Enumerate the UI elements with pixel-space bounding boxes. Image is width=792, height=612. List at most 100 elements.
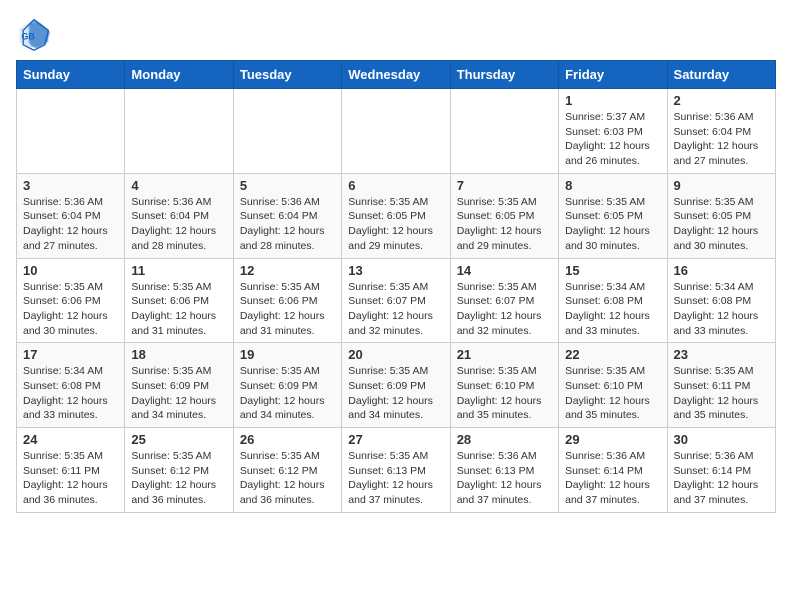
day-cell-23: 23 Sunrise: 5:35 AM Sunset: 6:11 PM Dayli…	[667, 343, 775, 428]
day-cell-1: 1 Sunrise: 5:37 AM Sunset: 6:03 PM Daylig…	[559, 89, 667, 174]
day-cell-25: 25 Sunrise: 5:35 AM Sunset: 6:12 PM Dayli…	[125, 428, 233, 513]
day-cell-12: 12 Sunrise: 5:35 AM Sunset: 6:06 PM Dayli…	[233, 258, 341, 343]
day-number-28: 28	[457, 432, 552, 447]
weekday-header-tuesday: Tuesday	[233, 61, 341, 89]
weekday-header-saturday: Saturday	[667, 61, 775, 89]
day-info-29: Sunrise: 5:36 AM Sunset: 6:14 PM Dayligh…	[565, 449, 660, 508]
day-cell-28: 28 Sunrise: 5:36 AM Sunset: 6:13 PM Dayli…	[450, 428, 558, 513]
calendar-table: SundayMondayTuesdayWednesdayThursdayFrid…	[16, 60, 776, 513]
day-number-30: 30	[674, 432, 769, 447]
day-number-10: 10	[23, 263, 118, 278]
day-info-12: Sunrise: 5:35 AM Sunset: 6:06 PM Dayligh…	[240, 280, 335, 339]
day-cell-5: 5 Sunrise: 5:36 AM Sunset: 6:04 PM Daylig…	[233, 173, 341, 258]
day-number-27: 27	[348, 432, 443, 447]
day-number-7: 7	[457, 178, 552, 193]
day-cell-20: 20Sunrise: 5:35 AM Sunset: 6:09 PM Dayli…	[342, 343, 450, 428]
day-number-26: 26	[240, 432, 335, 447]
day-info-28: Sunrise: 5:36 AM Sunset: 6:13 PM Dayligh…	[457, 449, 552, 508]
day-cell-6: 6 Sunrise: 5:35 AM Sunset: 6:05 PM Daylig…	[342, 173, 450, 258]
day-info-2: Sunrise: 5:36 AM Sunset: 6:04 PM Dayligh…	[674, 110, 769, 169]
day-info-26: Sunrise: 5:35 AM Sunset: 6:12 PM Dayligh…	[240, 449, 335, 508]
weekday-header-thursday: Thursday	[450, 61, 558, 89]
day-cell-3: 3 Sunrise: 5:36 AM Sunset: 6:04 PM Daylig…	[17, 173, 125, 258]
svg-text:GB: GB	[21, 31, 35, 41]
day-info-7: Sunrise: 5:35 AM Sunset: 6:05 PM Dayligh…	[457, 195, 552, 254]
day-number-25: 25	[131, 432, 226, 447]
day-number-5: 5	[240, 178, 335, 193]
day-number-4: 4	[131, 178, 226, 193]
day-number-6: 6	[348, 178, 443, 193]
day-number-3: 3	[23, 178, 118, 193]
day-number-11: 11	[131, 263, 226, 278]
day-cell-22: 22 Sunrise: 5:35 AM Sunset: 6:10 PM Dayli…	[559, 343, 667, 428]
day-info-3: Sunrise: 5:36 AM Sunset: 6:04 PM Dayligh…	[23, 195, 118, 254]
day-number-22: 22	[565, 347, 660, 362]
day-info-27: Sunrise: 5:35 AM Sunset: 6:13 PM Dayligh…	[348, 449, 443, 508]
day-info-25: Sunrise: 5:35 AM Sunset: 6:12 PM Dayligh…	[131, 449, 226, 508]
day-info-22: Sunrise: 5:35 AM Sunset: 6:10 PM Dayligh…	[565, 364, 660, 423]
day-cell-26: 26 Sunrise: 5:35 AM Sunset: 6:12 PM Dayli…	[233, 428, 341, 513]
day-cell-30: 30 Sunrise: 5:36 AM Sunset: 6:14 PM Dayli…	[667, 428, 775, 513]
day-info-11: Sunrise: 5:35 AM Sunset: 6:06 PM Dayligh…	[131, 280, 226, 339]
day-cell-11: 11 Sunrise: 5:35 AM Sunset: 6:06 PM Dayli…	[125, 258, 233, 343]
day-cell-10: 10 Sunrise: 5:35 AM Sunset: 6:06 PM Dayli…	[17, 258, 125, 343]
day-number-23: 23	[674, 347, 769, 362]
week-row-4: 17 Sunrise: 5:34 AM Sunset: 6:08 PM Dayli…	[17, 343, 776, 428]
day-info-5: Sunrise: 5:36 AM Sunset: 6:04 PM Dayligh…	[240, 195, 335, 254]
day-info-30: Sunrise: 5:36 AM Sunset: 6:14 PM Dayligh…	[674, 449, 769, 508]
day-number-24: 24	[23, 432, 118, 447]
day-number-2: 2	[674, 93, 769, 108]
day-number-19: 19	[240, 347, 335, 362]
day-info-1: Sunrise: 5:37 AM Sunset: 6:03 PM Dayligh…	[565, 110, 660, 169]
day-number-18: 18	[131, 347, 226, 362]
day-info-23: Sunrise: 5:35 AM Sunset: 6:11 PM Dayligh…	[674, 364, 769, 423]
day-number-21: 21	[457, 347, 552, 362]
day-info-20: Sunrise: 5:35 AM Sunset: 6:09 PM Dayligh…	[348, 364, 443, 423]
week-row-1: 1 Sunrise: 5:37 AM Sunset: 6:03 PM Daylig…	[17, 89, 776, 174]
day-number-16: 16	[674, 263, 769, 278]
day-info-14: Sunrise: 5:35 AM Sunset: 6:07 PM Dayligh…	[457, 280, 552, 339]
empty-cell	[17, 89, 125, 174]
week-row-3: 10 Sunrise: 5:35 AM Sunset: 6:06 PM Dayli…	[17, 258, 776, 343]
day-info-17: Sunrise: 5:34 AM Sunset: 6:08 PM Dayligh…	[23, 364, 118, 423]
day-number-12: 12	[240, 263, 335, 278]
day-number-8: 8	[565, 178, 660, 193]
week-row-5: 24Sunrise: 5:35 AM Sunset: 6:11 PM Dayli…	[17, 428, 776, 513]
day-cell-14: 14 Sunrise: 5:35 AM Sunset: 6:07 PM Dayli…	[450, 258, 558, 343]
day-number-15: 15	[565, 263, 660, 278]
weekday-header-wednesday: Wednesday	[342, 61, 450, 89]
day-number-1: 1	[565, 93, 660, 108]
logo: GB	[16, 16, 56, 52]
day-number-17: 17	[23, 347, 118, 362]
day-cell-7: 7 Sunrise: 5:35 AM Sunset: 6:05 PM Daylig…	[450, 173, 558, 258]
day-cell-16: 16 Sunrise: 5:34 AM Sunset: 6:08 PM Dayli…	[667, 258, 775, 343]
day-info-4: Sunrise: 5:36 AM Sunset: 6:04 PM Dayligh…	[131, 195, 226, 254]
day-cell-21: 21 Sunrise: 5:35 AM Sunset: 6:10 PM Dayli…	[450, 343, 558, 428]
day-cell-15: 15 Sunrise: 5:34 AM Sunset: 6:08 PM Dayli…	[559, 258, 667, 343]
day-cell-9: 9Sunrise: 5:35 AM Sunset: 6:05 PM Daylig…	[667, 173, 775, 258]
day-number-14: 14	[457, 263, 552, 278]
logo-icon: GB	[16, 16, 52, 52]
empty-cell	[342, 89, 450, 174]
day-info-16: Sunrise: 5:34 AM Sunset: 6:08 PM Dayligh…	[674, 280, 769, 339]
weekday-header-sunday: Sunday	[17, 61, 125, 89]
day-cell-4: 4 Sunrise: 5:36 AM Sunset: 6:04 PM Daylig…	[125, 173, 233, 258]
day-info-18: Sunrise: 5:35 AM Sunset: 6:09 PM Dayligh…	[131, 364, 226, 423]
page-header: GB	[16, 16, 776, 52]
day-number-13: 13	[348, 263, 443, 278]
empty-cell	[125, 89, 233, 174]
day-info-21: Sunrise: 5:35 AM Sunset: 6:10 PM Dayligh…	[457, 364, 552, 423]
day-cell-17: 17 Sunrise: 5:34 AM Sunset: 6:08 PM Dayli…	[17, 343, 125, 428]
day-info-10: Sunrise: 5:35 AM Sunset: 6:06 PM Dayligh…	[23, 280, 118, 339]
day-cell-27: 27 Sunrise: 5:35 AM Sunset: 6:13 PM Dayli…	[342, 428, 450, 513]
day-number-29: 29	[565, 432, 660, 447]
day-info-6: Sunrise: 5:35 AM Sunset: 6:05 PM Dayligh…	[348, 195, 443, 254]
day-cell-19: 19 Sunrise: 5:35 AM Sunset: 6:09 PM Dayli…	[233, 343, 341, 428]
empty-cell	[233, 89, 341, 174]
day-info-13: Sunrise: 5:35 AM Sunset: 6:07 PM Dayligh…	[348, 280, 443, 339]
day-info-19: Sunrise: 5:35 AM Sunset: 6:09 PM Dayligh…	[240, 364, 335, 423]
day-info-15: Sunrise: 5:34 AM Sunset: 6:08 PM Dayligh…	[565, 280, 660, 339]
weekday-header-friday: Friday	[559, 61, 667, 89]
weekday-header-row: SundayMondayTuesdayWednesdayThursdayFrid…	[17, 61, 776, 89]
day-number-9: 9	[674, 178, 769, 193]
